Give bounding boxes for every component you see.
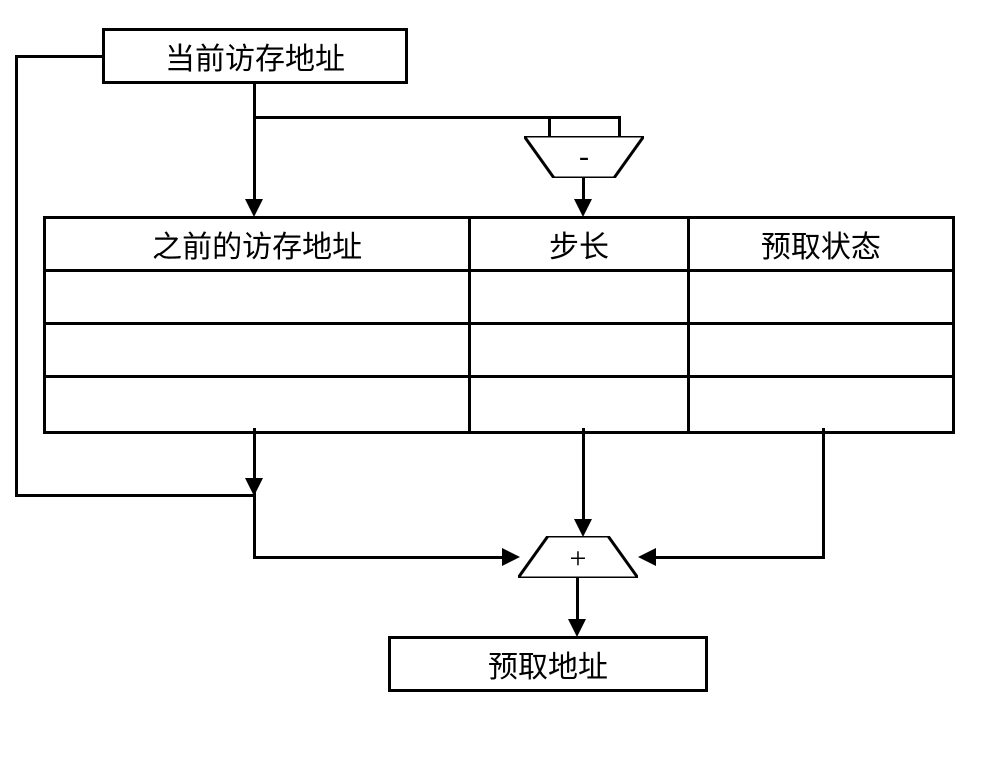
arrowhead-down-icon [574, 199, 592, 217]
current-address-box: 当前访存地址 [102, 28, 408, 84]
table-cell [46, 325, 471, 378]
connector [548, 116, 620, 119]
table-row [46, 325, 952, 378]
connector [15, 494, 256, 497]
prefetch-address-box: 预取地址 [388, 636, 708, 692]
plus-icon: + [570, 542, 587, 575]
minus-icon: - [579, 140, 589, 173]
header-prev-address: 之前的访存地址 [46, 219, 471, 272]
connector [548, 116, 551, 137]
current-address-label: 当前访存地址 [165, 34, 345, 78]
header-prefetch-state: 预取状态 [690, 219, 952, 272]
arrowhead-down-icon [574, 519, 592, 537]
table-cell [690, 378, 952, 431]
table-cell [690, 325, 952, 378]
table-cell [46, 272, 471, 325]
connector [15, 55, 103, 58]
table-cell [471, 378, 690, 431]
connector [253, 494, 256, 559]
connector [253, 556, 505, 559]
connector [576, 578, 579, 622]
table-row [46, 272, 952, 325]
stride-table: 之前的访存地址 步长 预取状态 [43, 216, 955, 434]
add-operator: + [518, 536, 638, 578]
header-stride: 步长 [471, 219, 690, 272]
diagram-canvas: { "current_address_label": "当前访存地址", "ta… [0, 0, 1000, 781]
table-header-row: 之前的访存地址 步长 预取状态 [46, 219, 952, 272]
arrowhead-down-icon [245, 199, 263, 217]
connector [822, 428, 825, 558]
connector [654, 556, 825, 559]
table-cell [471, 272, 690, 325]
connector [253, 116, 550, 119]
table-row [46, 378, 952, 431]
connector [253, 84, 256, 202]
connector [15, 55, 18, 497]
prefetch-address-label: 预取地址 [488, 642, 608, 686]
table-cell [46, 378, 471, 431]
connector [618, 116, 621, 137]
arrowhead-right-icon [502, 548, 520, 566]
table-cell [690, 272, 952, 325]
connector [582, 428, 585, 522]
table-cell [471, 325, 690, 378]
subtract-operator: - [524, 136, 644, 178]
arrowhead-down-icon [568, 619, 586, 637]
arrowhead-left-icon [638, 548, 656, 566]
